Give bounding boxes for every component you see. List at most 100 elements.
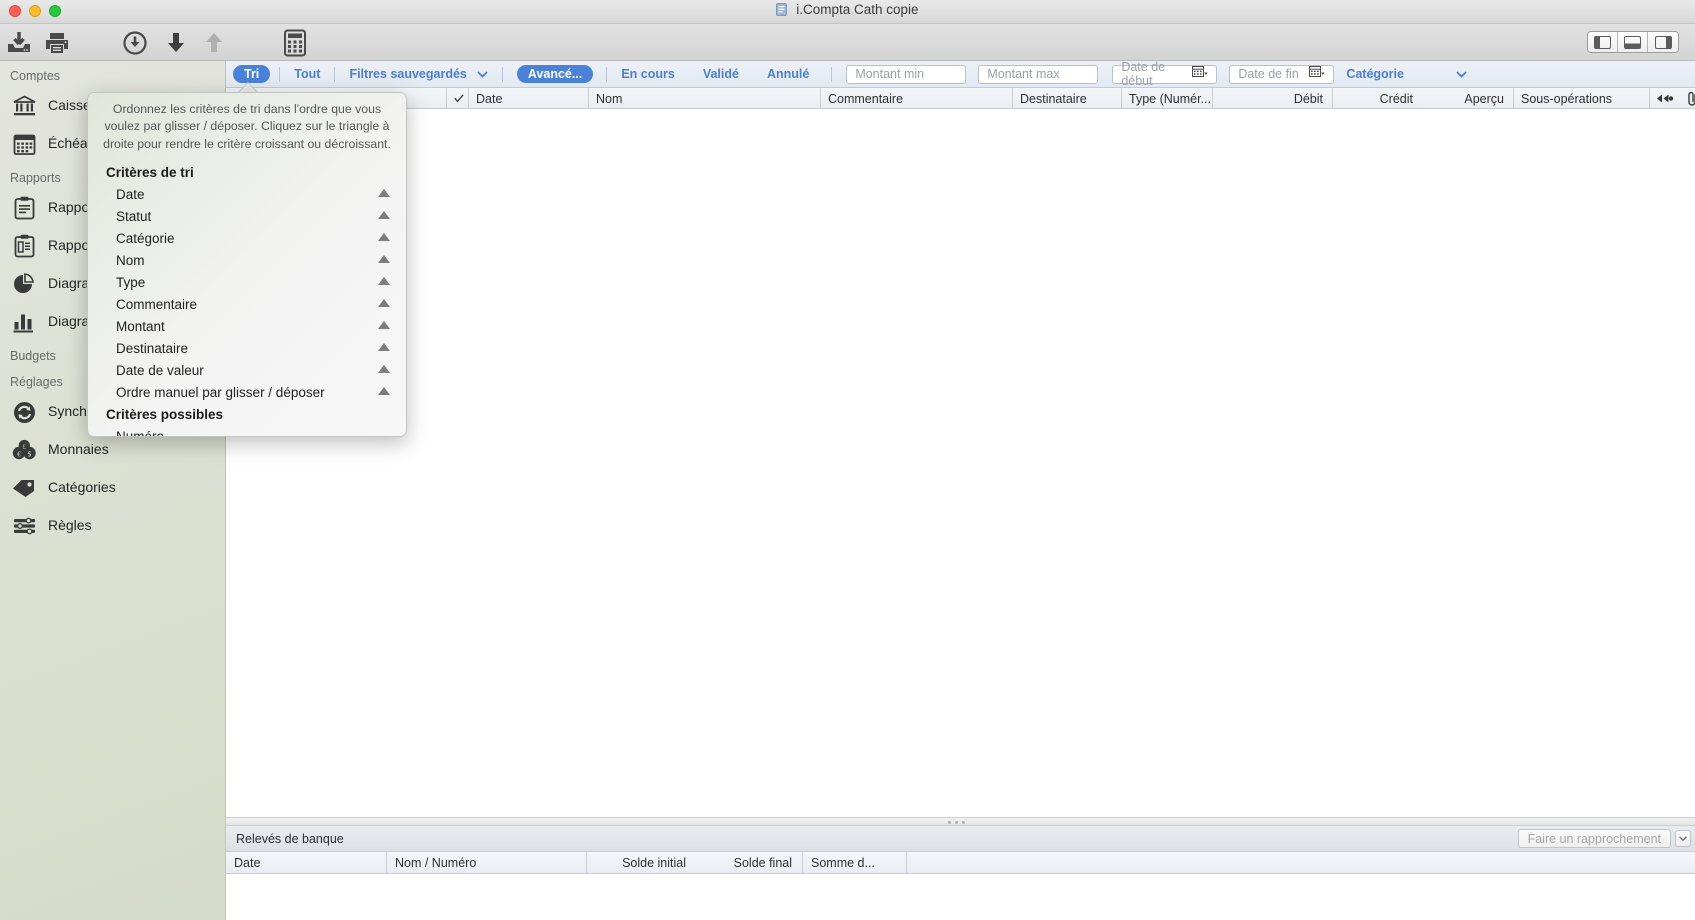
application-window: i.Compta Cath copie Comptes Caisse Échéa… — [0, 0, 1695, 920]
possible-criterion-numero[interactable]: Numéro — [88, 425, 406, 437]
statement-date-column-header[interactable]: Date — [226, 852, 386, 874]
pie-chart-icon — [10, 270, 38, 298]
download-circle-icon[interactable] — [120, 28, 150, 58]
popover-description: Ordonnez les critères de tri dans l'ordr… — [103, 102, 391, 151]
reconcile-button[interactable]: Faire un rapprochement — [1517, 829, 1671, 848]
print-icon[interactable] — [42, 28, 72, 58]
date-column-header[interactable]: Date — [468, 88, 588, 109]
saved-filters-label[interactable]: Filtres sauvegardés — [335, 67, 466, 81]
comment-column-header[interactable]: Commentaire — [820, 88, 1012, 109]
sort-direction-ascending-icon[interactable] — [378, 387, 390, 396]
divider — [831, 66, 833, 82]
sort-direction-ascending-icon[interactable] — [378, 233, 390, 242]
sort-criterion-commentaire[interactable]: Commentaire — [88, 293, 406, 315]
amount-min-input[interactable]: Montant min — [846, 64, 967, 84]
sort-direction-ascending-icon[interactable] — [378, 299, 390, 308]
view-sidebar-right-icon[interactable] — [1648, 32, 1678, 52]
statement-extra-column-header[interactable] — [906, 852, 1695, 874]
status-filter-valide[interactable]: Validé — [689, 67, 753, 81]
sort-criterion-date[interactable]: Date — [88, 183, 406, 205]
bank-icon — [10, 92, 38, 120]
document-icon — [776, 3, 788, 19]
checkmark-icon — [454, 92, 464, 106]
arrow-up-icon[interactable] — [199, 28, 229, 58]
sort-criterion-label: Type — [116, 274, 146, 290]
svg-text:$: $ — [27, 450, 31, 458]
svg-text:€: € — [17, 450, 21, 458]
statement-final-balance-column-header[interactable]: Solde final — [696, 852, 802, 874]
sort-direction-ascending-icon[interactable] — [378, 321, 390, 330]
statement-name-column-header[interactable]: Nom / Numéro — [386, 852, 586, 874]
possible-criteria-section-title: Critères possibles — [106, 407, 224, 423]
date-start-input[interactable]: Date de début — [1112, 60, 1218, 88]
name-column-header[interactable]: Nom — [588, 88, 820, 109]
clipboard-lines-icon — [10, 232, 38, 260]
arrow-down-icon[interactable] — [161, 28, 191, 58]
sort-criteria-popover: Ordonnez les critères de tri dans l'ordr… — [87, 92, 407, 437]
suboperations-column-header[interactable]: Sous-opérations — [1513, 88, 1649, 109]
bank-statements-header: Relevés de banque Faire un rapprochement — [226, 826, 1695, 852]
sync-icon — [10, 398, 38, 426]
debit-column-header[interactable]: Débit — [1212, 88, 1332, 109]
attachment-column-header[interactable] — [1679, 88, 1695, 109]
sort-direction-ascending-icon[interactable] — [378, 255, 390, 264]
status-filter-en-cours[interactable]: En cours — [607, 67, 689, 81]
credit-column-header[interactable]: Crédit — [1332, 88, 1422, 109]
view-split-icon[interactable] — [1618, 32, 1648, 52]
divider — [501, 66, 503, 82]
possible-criterion-label: Numéro — [116, 428, 165, 437]
sort-criterion-ordre-manuel[interactable]: Ordre manuel par glisser / déposer — [88, 381, 406, 403]
sidebar-item-regles[interactable]: Règles — [0, 507, 225, 545]
status-filter-annule[interactable]: Annulé — [753, 67, 823, 81]
sort-button[interactable]: Tri — [233, 65, 271, 83]
sort-criterion-date-de-valeur[interactable]: Date de valeur — [88, 359, 406, 381]
sidebar-item-categories[interactable]: Catégories — [0, 469, 225, 507]
view-sidebar-left-icon[interactable] — [1588, 32, 1618, 52]
rules-icon — [10, 512, 38, 540]
statement-sum-column-header[interactable]: Somme d... — [802, 852, 906, 874]
calendar-picker-icon[interactable] — [1192, 66, 1208, 82]
sort-criterion-statut[interactable]: Statut — [88, 205, 406, 227]
sort-direction-ascending-icon[interactable] — [378, 343, 390, 352]
import-icon[interactable] — [4, 28, 34, 58]
date-end-input[interactable]: Date de fin — [1229, 64, 1335, 84]
sort-criterion-label: Montant — [116, 318, 165, 334]
reconcile-options-button[interactable] — [1675, 830, 1691, 847]
sidebar-item-label: Monnaies — [48, 441, 109, 458]
coins-icon: € $ £ — [10, 436, 38, 464]
sort-criterion-label: Statut — [116, 208, 152, 224]
window-title-bar-text: i.Compta Cath copie — [0, 2, 1695, 19]
sort-criterion-label: Catégorie — [116, 230, 175, 246]
chevron-down-icon[interactable] — [477, 67, 488, 81]
recipient-column-header[interactable]: Destinataire — [1012, 88, 1121, 109]
checkmark-column-header[interactable] — [446, 88, 468, 109]
sort-criterion-destinataire[interactable]: Destinataire — [88, 337, 406, 359]
sort-criterion-nom[interactable]: Nom — [88, 249, 406, 271]
category-filter-label[interactable]: Catégorie — [1334, 67, 1404, 81]
bank-statements-list[interactable] — [226, 874, 1695, 920]
filter-all-button[interactable]: Tout — [280, 67, 334, 81]
sort-direction-ascending-icon[interactable] — [378, 365, 390, 374]
sort-criterion-label: Commentaire — [116, 296, 198, 312]
tags-column-header[interactable] — [1649, 88, 1679, 109]
sort-criterion-categorie[interactable]: Catégorie — [88, 227, 406, 249]
sort-criterion-montant[interactable]: Montant — [88, 315, 406, 337]
advanced-filter-button[interactable]: Avancé... — [516, 65, 594, 83]
clipboard-icon — [10, 194, 38, 222]
amount-max-input[interactable]: Montant max — [978, 64, 1099, 84]
sort-direction-ascending-icon[interactable] — [378, 189, 390, 198]
statement-initial-balance-column-header[interactable]: Solde initial — [586, 852, 696, 874]
sort-direction-ascending-icon[interactable] — [378, 211, 390, 220]
view-mode-switch — [1587, 31, 1679, 53]
sort-criterion-label: Destinataire — [116, 340, 189, 356]
sort-criterion-type[interactable]: Type — [88, 271, 406, 293]
sort-direction-ascending-icon[interactable] — [378, 277, 390, 286]
calendar-picker-icon[interactable] — [1309, 66, 1325, 82]
panel-splitter[interactable] — [226, 817, 1695, 826]
type-column-header[interactable]: Type (Numér... — [1121, 88, 1212, 109]
preview-column-header[interactable]: Aperçu — [1422, 88, 1513, 109]
transactions-list[interactable] — [226, 109, 1695, 817]
chevron-down-icon[interactable] — [1456, 67, 1467, 81]
title-bar: i.Compta Cath copie — [0, 0, 1695, 24]
calculator-icon[interactable] — [280, 28, 310, 58]
